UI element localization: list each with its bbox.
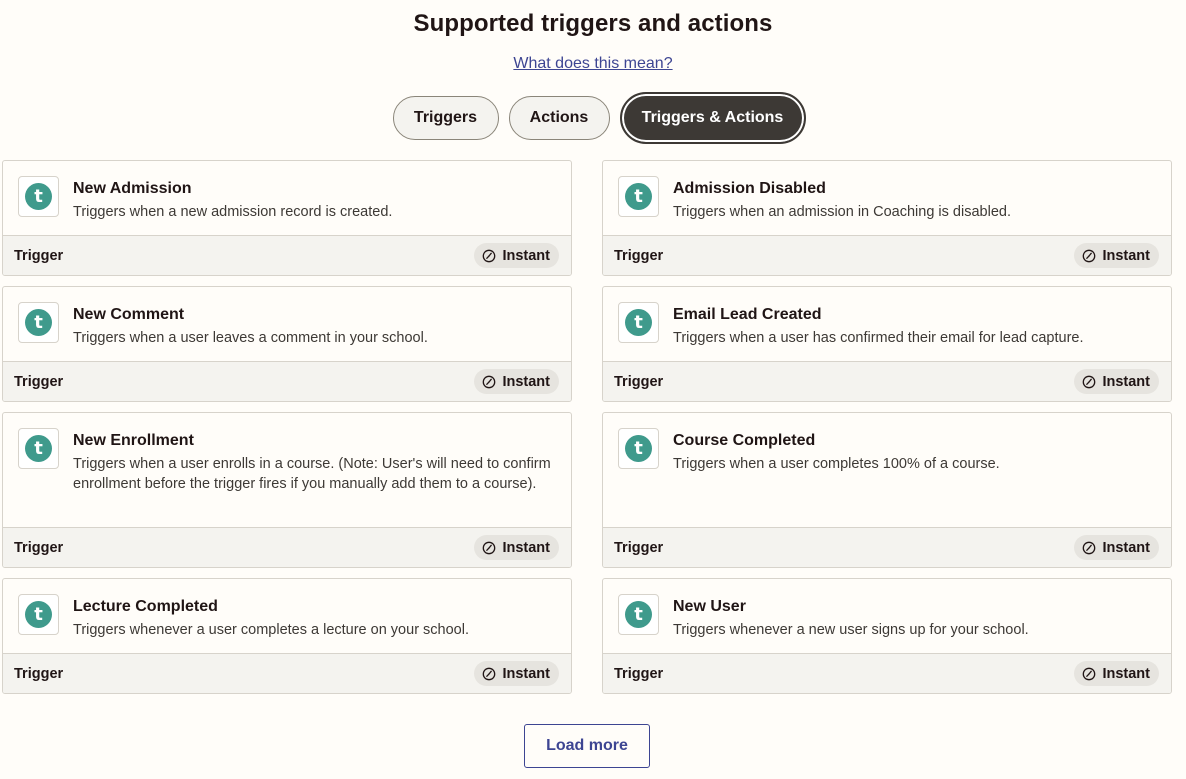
card-name: Email Lead Created: [673, 306, 822, 323]
card-footer: Trigger Instant: [603, 527, 1171, 567]
card-description: Triggers when a user has confirmed their…: [673, 330, 1084, 346]
app-logo-icon: t: [18, 594, 59, 635]
card-footer: Trigger Instant: [3, 527, 571, 567]
trigger-card-course-completed[interactable]: t Course Completed Triggers when a user …: [602, 412, 1172, 568]
load-more-button[interactable]: Load more: [524, 724, 650, 768]
card-type-label: Trigger: [14, 666, 64, 682]
card-footer: Trigger Instant: [3, 361, 571, 401]
clock-icon: [483, 541, 496, 554]
tab-triggers-and-actions[interactable]: Triggers & Actions: [619, 92, 806, 144]
card-name: Course Completed: [673, 432, 816, 449]
card-description: Triggers when a user leaves a comment in…: [73, 330, 428, 346]
card-name: New User: [673, 598, 746, 615]
badge-label: Instant: [502, 247, 550, 264]
card-type-label: Trigger: [14, 540, 64, 556]
app-logo-icon: t: [618, 594, 659, 635]
card-footer: Trigger Instant: [603, 361, 1171, 401]
badge-label: Instant: [502, 665, 550, 682]
instant-badge: Instant: [1074, 243, 1159, 268]
card-name: Admission Disabled: [673, 180, 826, 197]
app-logo-letter: t: [25, 309, 52, 336]
help-link-wrapper: What does this mean?: [0, 55, 1186, 73]
card-type-label: Trigger: [14, 248, 64, 264]
card-description: Triggers when a user completes 100% of a…: [673, 456, 1000, 472]
instant-badge: Instant: [1074, 369, 1159, 394]
app-logo-icon: t: [618, 302, 659, 343]
card-name: New Admission: [73, 180, 192, 197]
badge-label: Instant: [1102, 665, 1150, 682]
app-logo-letter: t: [25, 601, 52, 628]
tab-triggers[interactable]: Triggers: [392, 96, 499, 140]
filter-tabs: Triggers Actions Triggers & Actions: [0, 92, 1186, 144]
badge-label: Instant: [502, 373, 550, 390]
card-footer: Trigger Instant: [3, 653, 571, 693]
clock-icon: [1083, 667, 1096, 680]
clock-icon: [1083, 249, 1096, 262]
trigger-card-lecture-completed[interactable]: t Lecture Completed Triggers whenever a …: [2, 578, 572, 694]
card-type-label: Trigger: [614, 374, 664, 390]
card-footer: Trigger Instant: [3, 235, 571, 275]
app-logo-letter: t: [625, 309, 652, 336]
card-description: Triggers when a user enrolls in a course…: [73, 456, 551, 492]
app-logo-letter: t: [625, 601, 652, 628]
badge-label: Instant: [1102, 373, 1150, 390]
app-logo-icon: t: [18, 428, 59, 469]
card-type-label: Trigger: [614, 540, 664, 556]
card-type-label: Trigger: [614, 666, 664, 682]
app-logo-icon: t: [18, 302, 59, 343]
trigger-card-admission-disabled[interactable]: t Admission Disabled Triggers when an ad…: [602, 160, 1172, 276]
card-type-label: Trigger: [14, 374, 64, 390]
app-logo-letter: t: [25, 435, 52, 462]
app-logo-letter: t: [25, 183, 52, 210]
instant-badge: Instant: [474, 369, 559, 394]
clock-icon: [483, 375, 496, 388]
instant-badge: Instant: [474, 535, 559, 560]
page: Supported triggers and actions What does…: [0, 0, 1186, 779]
clock-icon: [1083, 375, 1096, 388]
trigger-card-new-admission[interactable]: t New Admission Triggers when a new admi…: [2, 160, 572, 276]
badge-label: Instant: [1102, 247, 1150, 264]
trigger-card-new-comment[interactable]: t New Comment Triggers when a user leave…: [2, 286, 572, 402]
app-logo-icon: t: [618, 428, 659, 469]
card-description: Triggers when an admission in Coaching i…: [673, 204, 1011, 220]
app-logo-icon: t: [18, 176, 59, 217]
card-footer: Trigger Instant: [603, 653, 1171, 693]
card-footer: Trigger Instant: [603, 235, 1171, 275]
instant-badge: Instant: [474, 661, 559, 686]
card-name: Lecture Completed: [73, 598, 218, 615]
clock-icon: [483, 667, 496, 680]
clock-icon: [483, 249, 496, 262]
instant-badge: Instant: [474, 243, 559, 268]
what-does-this-mean-link[interactable]: What does this mean?: [513, 55, 672, 72]
trigger-card-new-user[interactable]: t New User Triggers whenever a new user …: [602, 578, 1172, 694]
card-description: Triggers whenever a user completes a lec…: [73, 622, 469, 638]
section-title: Supported triggers and actions: [413, 10, 773, 37]
instant-badge: Instant: [1074, 535, 1159, 560]
app-logo-letter: t: [625, 183, 652, 210]
trigger-card-email-lead-created[interactable]: t Email Lead Created Triggers when a use…: [602, 286, 1172, 402]
trigger-card-new-enrollment[interactable]: t New Enrollment Triggers when a user en…: [2, 412, 572, 568]
badge-label: Instant: [1102, 539, 1150, 556]
card-description: Triggers whenever a new user signs up fo…: [673, 622, 1029, 638]
app-logo-icon: t: [618, 176, 659, 217]
card-name: New Comment: [73, 306, 185, 323]
card-type-label: Trigger: [614, 248, 664, 264]
card-name: New Enrollment: [73, 432, 194, 449]
badge-label: Instant: [502, 539, 550, 556]
card-description: Triggers when a new admission record is …: [73, 204, 393, 220]
tab-actions[interactable]: Actions: [508, 96, 610, 140]
app-logo-letter: t: [625, 435, 652, 462]
instant-badge: Instant: [1074, 661, 1159, 686]
clock-icon: [1083, 541, 1096, 554]
